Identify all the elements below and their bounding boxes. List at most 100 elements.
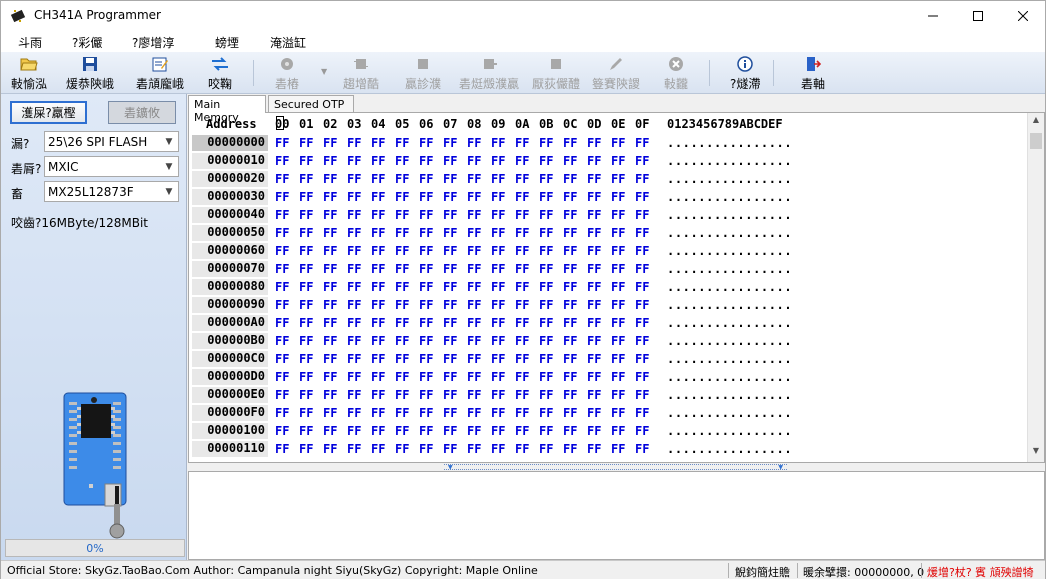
hex-row[interactable]: 000000A0 FF FF FF FF FF FF FF FF FF FF FF FF FF FF FF FF… <box>189 314 1025 332</box>
hex-byte[interactable]: FF <box>491 154 505 168</box>
blank-check-button[interactable]: 厭荻儼醴 <box>532 54 580 92</box>
hex-byte[interactable]: FF <box>587 280 601 294</box>
hex-byte[interactable]: FF <box>395 334 409 348</box>
hex-byte[interactable]: FF <box>299 262 313 276</box>
hex-byte[interactable]: FF <box>539 424 553 438</box>
erase-program-button[interactable]: 砉烶燬濮贏 <box>459 54 519 92</box>
hex-byte[interactable]: FF <box>611 244 625 258</box>
hex-byte[interactable]: FF <box>323 244 337 258</box>
hex-byte[interactable]: FF <box>467 298 481 312</box>
hex-byte[interactable]: FF <box>395 136 409 150</box>
hex-byte[interactable]: FF <box>275 298 289 312</box>
hex-byte[interactable]: FF <box>371 136 385 150</box>
hex-byte[interactable]: FF <box>467 352 481 366</box>
hex-byte[interactable]: FF <box>323 388 337 402</box>
hex-byte[interactable]: FF <box>299 172 313 186</box>
hex-row[interactable]: 00000000 FF FF FF FF FF FF FF FF FF FF FF FF FF FF FF FF… <box>189 134 1025 152</box>
hex-byte[interactable]: FF <box>539 370 553 384</box>
hex-byte[interactable]: FF <box>275 208 289 222</box>
hex-byte[interactable]: FF <box>275 136 289 150</box>
hex-byte[interactable]: FF <box>443 370 457 384</box>
hex-byte[interactable]: FF <box>515 298 529 312</box>
hex-byte[interactable]: FF <box>371 406 385 420</box>
hex-byte[interactable]: FF <box>539 244 553 258</box>
hex-byte[interactable]: FF <box>395 262 409 276</box>
hex-byte[interactable]: FF <box>539 316 553 330</box>
hex-byte[interactable]: FF <box>587 424 601 438</box>
hex-byte[interactable]: FF <box>347 334 361 348</box>
hex-byte[interactable]: FF <box>563 298 577 312</box>
hex-row[interactable]: 00000050 FF FF FF FF FF FF FF FF FF FF FF FF FF FF FF FF… <box>189 224 1025 242</box>
hex-byte[interactable]: FF <box>419 262 433 276</box>
hex-byte[interactable]: FF <box>467 424 481 438</box>
hex-byte[interactable]: FF <box>515 136 529 150</box>
hex-byte[interactable]: FF <box>419 190 433 204</box>
hex-byte[interactable]: FF <box>515 388 529 402</box>
hex-byte[interactable]: FF <box>323 154 337 168</box>
close-button[interactable] <box>1000 1 1046 31</box>
hex-byte[interactable]: FF <box>299 280 313 294</box>
hex-byte[interactable]: FF <box>299 352 313 366</box>
hex-byte[interactable]: FF <box>587 190 601 204</box>
hex-byte[interactable]: FF <box>395 352 409 366</box>
hex-byte[interactable]: FF <box>275 352 289 366</box>
hex-byte[interactable]: FF <box>395 424 409 438</box>
hex-byte[interactable]: FF <box>491 352 505 366</box>
hex-byte[interactable]: FF <box>635 388 649 402</box>
menu-item-file[interactable]: 斗雨 <box>18 34 42 51</box>
hex-byte[interactable]: FF <box>371 190 385 204</box>
hex-byte[interactable]: FF <box>419 280 433 294</box>
chip-type-select[interactable]: 25\26 SPI FLASH ▼ <box>44 131 179 152</box>
hex-byte[interactable]: FF <box>515 370 529 384</box>
hex-byte[interactable]: FF <box>323 262 337 276</box>
hex-byte[interactable]: FF <box>563 280 577 294</box>
hex-byte[interactable]: FF <box>275 280 289 294</box>
hex-byte[interactable]: FF <box>515 190 529 204</box>
hex-byte[interactable]: FF <box>611 442 625 456</box>
hex-byte[interactable]: FF <box>611 262 625 276</box>
hex-byte[interactable]: FF <box>443 406 457 420</box>
hex-byte[interactable]: FF <box>371 316 385 330</box>
hex-byte[interactable]: FF <box>491 406 505 420</box>
hex-byte[interactable]: FF <box>515 172 529 186</box>
hex-byte[interactable]: FF <box>611 280 625 294</box>
hex-byte[interactable]: FF <box>587 388 601 402</box>
hex-byte[interactable]: FF <box>323 190 337 204</box>
hex-byte[interactable]: FF <box>323 352 337 366</box>
tab-main-memory[interactable]: Main Memory <box>188 95 266 124</box>
hex-byte[interactable]: FF <box>539 208 553 222</box>
hex-byte[interactable]: FF <box>275 388 289 402</box>
hex-byte[interactable]: FF <box>611 154 625 168</box>
hex-byte[interactable]: FF <box>635 424 649 438</box>
hex-byte[interactable]: FF <box>371 244 385 258</box>
hex-byte[interactable]: FF <box>323 442 337 456</box>
hex-byte[interactable]: FF <box>443 298 457 312</box>
detect-tool-button[interactable]: 砉樁 <box>275 54 299 92</box>
pane-splitter[interactable]: ▼ ▼ <box>444 464 787 471</box>
hex-byte[interactable]: FF <box>587 316 601 330</box>
hex-byte[interactable]: FF <box>347 244 361 258</box>
minimize-button[interactable] <box>910 1 956 31</box>
hex-byte[interactable]: FF <box>635 262 649 276</box>
hex-row[interactable]: 00000080 FF FF FF FF FF FF FF FF FF FF FF FF FF FF FF FF… <box>189 278 1025 296</box>
model-select[interactable]: MX25L12873F ▼ <box>44 181 179 202</box>
hex-row[interactable]: 000000F0 FF FF FF FF FF FF FF FF FF FF FF FF FF FF FF FF… <box>189 404 1025 422</box>
hex-byte[interactable]: FF <box>611 352 625 366</box>
hex-byte[interactable]: FF <box>635 370 649 384</box>
hex-byte[interactable]: FF <box>347 262 361 276</box>
hex-byte[interactable]: FF <box>323 208 337 222</box>
hex-byte[interactable]: FF <box>611 334 625 348</box>
hex-byte[interactable]: FF <box>539 298 553 312</box>
hex-byte[interactable]: FF <box>539 406 553 420</box>
hex-byte[interactable]: FF <box>515 424 529 438</box>
hex-byte[interactable]: FF <box>539 136 553 150</box>
hex-byte[interactable]: FF <box>443 226 457 240</box>
hex-byte[interactable]: FF <box>299 316 313 330</box>
hex-byte[interactable]: FF <box>419 424 433 438</box>
hex-row[interactable]: 00000060 FF FF FF FF FF FF FF FF FF FF FF FF FF FF FF FF… <box>189 242 1025 260</box>
hex-byte[interactable]: FF <box>515 442 529 456</box>
hex-byte[interactable]: FF <box>563 136 577 150</box>
hex-byte[interactable]: FF <box>347 136 361 150</box>
dropdown-arrow-icon[interactable]: ▼ <box>321 67 327 76</box>
hex-byte[interactable]: FF <box>563 334 577 348</box>
